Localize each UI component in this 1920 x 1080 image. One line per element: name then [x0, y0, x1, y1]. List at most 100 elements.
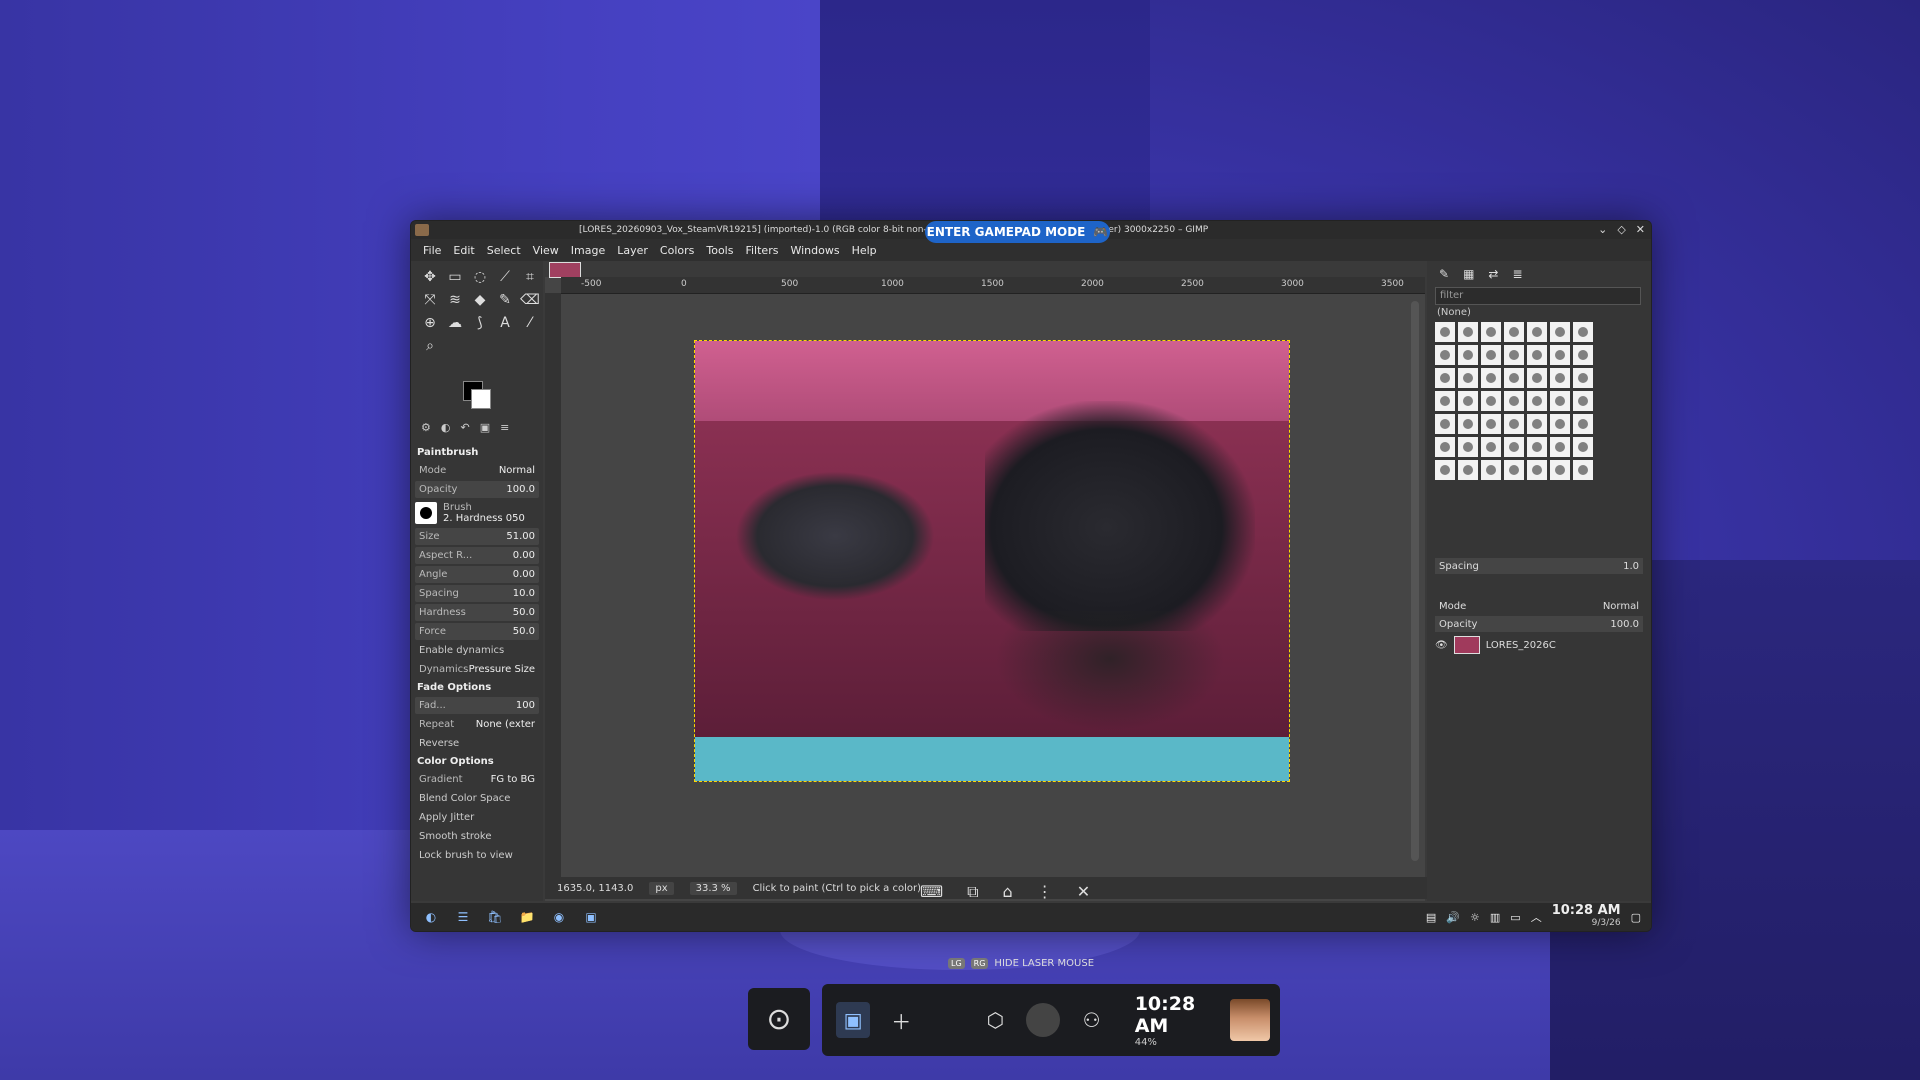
close-icon[interactable]: ✕: [1636, 223, 1645, 236]
app-launcher-icon[interactable]: ◐: [419, 906, 443, 928]
background-color-swatch[interactable]: [471, 389, 491, 409]
brush-preset[interactable]: [1550, 460, 1570, 480]
close-overlay-icon[interactable]: ✕: [1077, 882, 1090, 902]
brush-preset[interactable]: [1481, 414, 1501, 434]
brush-preset[interactable]: [1527, 460, 1547, 480]
brush-preset[interactable]: [1481, 322, 1501, 342]
gimp-window[interactable]: [LORES_20260903_Vox_SteamVR19215] (impor…: [410, 220, 1652, 932]
menu-tools[interactable]: Tools: [706, 244, 733, 257]
volume-icon[interactable]: 🔊: [1446, 911, 1460, 924]
paths-tool-icon[interactable]: ⟆: [469, 313, 491, 333]
brush-preset[interactable]: [1504, 368, 1524, 388]
brush-preset[interactable]: [1504, 414, 1524, 434]
apply-jitter-checkbox[interactable]: Apply Jitter: [415, 809, 539, 826]
canvas-area[interactable]: -500 0 500 1000 1500 2000 2500 3000 3500…: [545, 261, 1437, 901]
brush-preset[interactable]: [1550, 391, 1570, 411]
brush-thumbnail[interactable]: [415, 502, 437, 524]
brush-preset[interactable]: [1435, 391, 1455, 411]
brush-preset[interactable]: [1550, 414, 1570, 434]
layer-mode-select[interactable]: Normal: [1603, 601, 1639, 612]
mode-row[interactable]: Mode Normal: [415, 462, 539, 479]
reverse-checkbox[interactable]: Reverse: [415, 735, 539, 752]
menu-windows[interactable]: Windows: [790, 244, 839, 257]
more-options-icon[interactable]: ⋮: [1037, 882, 1053, 902]
tray-expand-icon[interactable]: ︿: [1531, 909, 1542, 925]
dynamics-selector[interactable]: Dynamics Pressure Size: [415, 661, 539, 678]
text-tool-icon[interactable]: A: [494, 313, 516, 333]
mode-select[interactable]: Normal: [499, 465, 535, 476]
brush-preset[interactable]: [1573, 345, 1593, 365]
brush-preset[interactable]: [1481, 345, 1501, 365]
transform-tool-icon[interactable]: ⤧: [419, 290, 441, 310]
brushes-tab-icon[interactable]: ✎: [1439, 267, 1449, 281]
aspect-ratio-slider[interactable]: Aspect R... 0.00: [415, 547, 539, 564]
window-position-icon[interactable]: ⌂: [1003, 882, 1013, 902]
gradient-selector[interactable]: Gradient FG to BG: [415, 771, 539, 788]
battery-icon[interactable]: ▭: [1510, 911, 1520, 924]
browser-icon[interactable]: ◉: [547, 906, 571, 928]
bucket-fill-tool-icon[interactable]: ◆: [469, 290, 491, 310]
user-avatar[interactable]: [1230, 999, 1271, 1041]
brush-preset[interactable]: [1458, 414, 1478, 434]
brush-filter-input[interactable]: filter: [1435, 287, 1641, 305]
brush-preset[interactable]: [1458, 391, 1478, 411]
free-select-tool-icon[interactable]: ◌: [469, 267, 491, 287]
keyboard-icon[interactable]: ⌨: [920, 882, 943, 902]
layer-list-item[interactable]: 👁 LORES_2026C: [1435, 634, 1643, 656]
undo-history-tab-icon[interactable]: ↶: [460, 421, 469, 441]
brush-preset[interactable]: [1435, 414, 1455, 434]
layer-opacity-slider[interactable]: Opacity 100.0: [1435, 616, 1643, 632]
image-tab[interactable]: [549, 262, 581, 278]
brush-preset[interactable]: [1573, 322, 1593, 342]
file-manager-icon[interactable]: 📁: [515, 906, 539, 928]
enter-gamepad-mode-button[interactable]: ENTER GAMEPAD MODE 🎮: [925, 221, 1110, 243]
brush-preset[interactable]: [1550, 345, 1570, 365]
brush-preset[interactable]: [1573, 437, 1593, 457]
brush-preset[interactable]: [1527, 345, 1547, 365]
brush-preset[interactable]: [1527, 414, 1547, 434]
menu-edit[interactable]: Edit: [453, 244, 474, 257]
brush-preset[interactable]: [1504, 437, 1524, 457]
steam-logo-button[interactable]: ⊙: [748, 988, 810, 1050]
brush-preset[interactable]: [1458, 460, 1478, 480]
brush-preset[interactable]: [1573, 460, 1593, 480]
image-canvas[interactable]: [694, 340, 1290, 782]
menu-file[interactable]: File: [423, 244, 441, 257]
minimize-icon[interactable]: ⌄: [1598, 223, 1607, 236]
brush-preset[interactable]: [1481, 460, 1501, 480]
eraser-tool-icon[interactable]: ⌫: [519, 290, 541, 310]
brush-preset[interactable]: [1504, 345, 1524, 365]
force-slider[interactable]: Force 50.0: [415, 623, 539, 640]
blend-color-space-select[interactable]: Blend Color Space: [415, 790, 539, 807]
size-slider[interactable]: Size 51.00: [415, 528, 539, 545]
brush-spacing-slider[interactable]: Spacing 1.0: [1435, 558, 1643, 574]
controllers-icon[interactable]: ⚇: [1075, 1002, 1109, 1038]
brush-preset[interactable]: [1573, 368, 1593, 388]
desktop-view-icon[interactable]: ▣: [836, 1002, 871, 1038]
brush-preset[interactable]: [1573, 414, 1593, 434]
steamvr-home-icon[interactable]: ⬡: [978, 1002, 1012, 1038]
brush-preset[interactable]: [1550, 368, 1570, 388]
opacity-slider[interactable]: Opacity 100.0: [415, 481, 539, 498]
layer-mode-row[interactable]: Mode Normal: [1435, 598, 1643, 614]
brush-preset[interactable]: [1458, 368, 1478, 388]
brush-selector[interactable]: Brush 2. Hardness 050: [415, 501, 539, 525]
paintbrush-tool-icon[interactable]: ✎: [494, 290, 516, 310]
repeat-select[interactable]: Repeat None (exter: [415, 716, 539, 733]
device-status-tab-icon[interactable]: ◐: [441, 421, 451, 441]
clipboard-icon[interactable]: ▤: [1426, 911, 1436, 924]
brush-preset[interactable]: [1435, 437, 1455, 457]
color-options-expander[interactable]: Color Options: [415, 754, 539, 769]
brightness-icon[interactable]: ☼: [1470, 911, 1480, 924]
tray-clock[interactable]: 10:28 AM 9/3/26: [1552, 904, 1621, 929]
fade-options-expander[interactable]: Fade Options: [415, 680, 539, 695]
rect-select-tool-icon[interactable]: ▭: [444, 267, 466, 287]
lock-brush-checkbox[interactable]: Lock brush to view: [415, 847, 539, 864]
brush-preset[interactable]: [1481, 391, 1501, 411]
document-history-tab-icon[interactable]: ≣: [1512, 267, 1522, 281]
menu-image[interactable]: Image: [571, 244, 605, 257]
fonts-tab-icon[interactable]: ⇄: [1488, 267, 1498, 281]
eye-icon[interactable]: 👁: [1435, 640, 1448, 651]
brush-preset[interactable]: [1573, 391, 1593, 411]
enable-dynamics-checkbox[interactable]: Enable dynamics: [415, 642, 539, 659]
